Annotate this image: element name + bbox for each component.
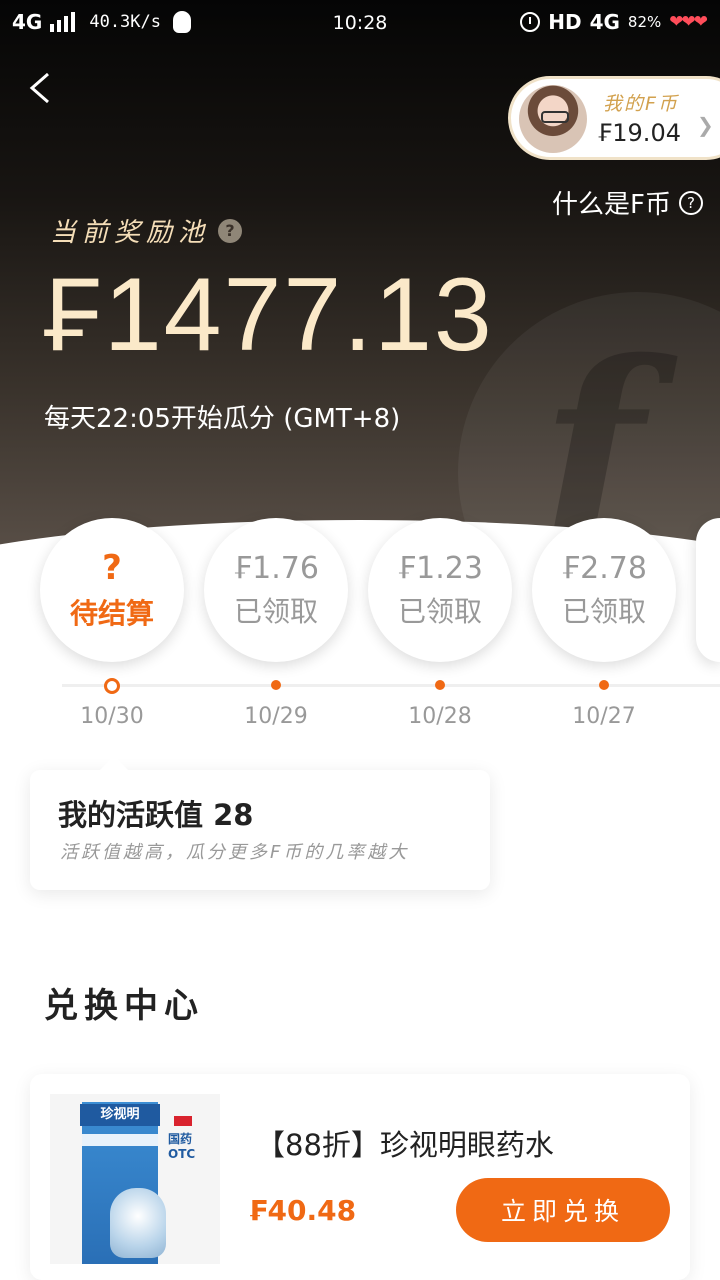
alarm-icon	[520, 12, 541, 32]
day-amount: ₣1.76	[233, 550, 319, 586]
back-button[interactable]	[26, 70, 62, 106]
day-date: 10/29	[244, 704, 308, 729]
hearts-icon: ❤❤❤	[669, 12, 708, 32]
day-timeline: ? 待结算 ₣1.76 已领取 ₣1.23 已领取 ₣2.78 已领取 10/3…	[0, 516, 720, 746]
redeem-button[interactable]: 立即兑换	[456, 1178, 670, 1242]
chevron-right-icon: ❯	[697, 113, 714, 137]
day-status: 待结算	[69, 597, 154, 630]
pool-schedule: 每天22:05开始瓜分 (GMT+8)	[44, 404, 401, 434]
product-price: ₣40.48	[248, 1194, 357, 1227]
what-is-fcoin-label: 什么是F币	[552, 190, 671, 220]
my-coin-value: ₣19.04	[597, 119, 681, 147]
chevron-left-icon	[29, 72, 49, 104]
product-name: 【88折】珍视明眼药水	[256, 1128, 554, 1162]
question-circle-icon: ?	[678, 190, 703, 215]
pool-label: 当前奖励池 ?	[50, 212, 243, 249]
my-coin-button[interactable]: 我的F币 ₣19.04 ❯	[508, 76, 720, 160]
day-amount: ₣2.78	[561, 550, 647, 586]
timeline-dot-current	[104, 678, 120, 694]
activity-title: 我的活跃值 28	[58, 798, 254, 832]
avatar	[519, 85, 587, 153]
product-image: 珍视明 国药 OTC	[50, 1094, 220, 1264]
product-card[interactable]: 珍视明 国药 OTC 【88折】珍视明眼药水 ₣40.48 立即兑换	[30, 1074, 690, 1280]
product-box-stripe	[82, 1134, 158, 1146]
what-is-fcoin-link[interactable]: 什么是F币 ?	[552, 184, 703, 221]
hd-indicator: HD	[548, 10, 582, 34]
day-circle-1030[interactable]: ? 待结算	[40, 518, 184, 662]
day-circle-1029[interactable]: ₣1.76 已领取	[204, 518, 348, 662]
exchange-section-title: 兑换中心	[44, 986, 204, 1026]
timeline-dot	[435, 680, 445, 690]
my-coin-title: 我的F币	[603, 93, 679, 115]
pool-amount: ₣1477.13	[44, 257, 494, 373]
day-circle-1028[interactable]: ₣1.23 已领取	[368, 518, 512, 662]
timeline-line	[62, 684, 720, 687]
day-circle-1027[interactable]: ₣2.78 已领取	[532, 518, 676, 662]
day-status: 已领取	[561, 594, 646, 628]
day-status: 已领取	[397, 594, 482, 628]
day-date: 10/30	[80, 704, 144, 729]
network-type-right: 4G	[589, 10, 620, 34]
day-status: 已领取	[233, 594, 318, 628]
help-icon[interactable]: ?	[218, 218, 243, 243]
otc-badge	[174, 1116, 192, 1126]
product-brand-label: 珍视明	[80, 1104, 160, 1126]
otc-label: 国药 OTC	[168, 1132, 196, 1161]
day-amount: ?	[102, 548, 122, 588]
day-date: 10/28	[408, 704, 472, 729]
status-bar: 4G 40.3K/s 10:28 HD 4G 82% ❤❤❤	[0, 0, 720, 48]
activity-subtitle: 活跃值越高，瓜分更多F币的几率越大	[60, 842, 410, 863]
eye-drop-bottle	[110, 1188, 166, 1258]
pool-label-text: 当前奖励池	[50, 218, 211, 248]
timeline-dot	[599, 680, 609, 690]
day-amount: ₣1.23	[397, 550, 483, 586]
day-date: 10/27	[572, 704, 636, 729]
battery-level: 82%	[627, 13, 662, 31]
timeline-dot	[271, 680, 281, 690]
activity-card: 我的活跃值 28 活跃值越高，瓜分更多F币的几率越大	[30, 756, 490, 890]
day-circle-partial	[696, 518, 720, 662]
